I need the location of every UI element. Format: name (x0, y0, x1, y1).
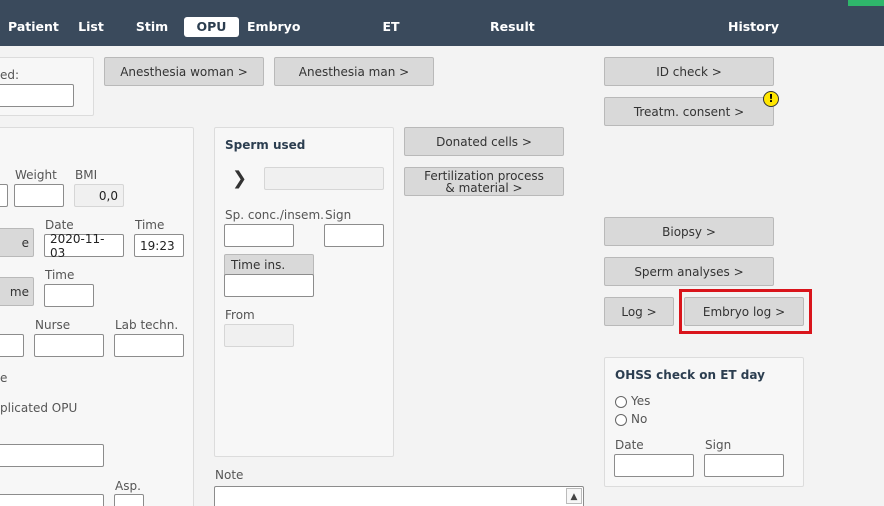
status-indicator (848, 0, 884, 6)
scroll-up-icon[interactable]: ▲ (566, 488, 582, 504)
asp-label: Asp. (115, 479, 141, 493)
height-input[interactable] (0, 184, 8, 207)
tab-stim[interactable]: Stim (134, 17, 170, 37)
left-action-button-1[interactable]: e (0, 228, 34, 257)
note-textarea[interactable] (214, 486, 584, 506)
doctor-input[interactable] (0, 334, 24, 357)
nurse-label: Nurse (35, 318, 71, 332)
sperm-conc-input[interactable] (224, 224, 294, 247)
sperm-used-title: Sperm used (225, 138, 306, 152)
log-button[interactable]: Log > (604, 297, 674, 326)
chevron-right-icon[interactable]: ❯ (232, 168, 247, 189)
sperm-analyses-button[interactable]: Sperm analyses > (604, 257, 774, 286)
donated-cells-button[interactable]: Donated cells > (404, 127, 564, 156)
left-action-button-2[interactable]: me (0, 277, 34, 306)
time2-label: Time (45, 268, 75, 282)
nurse-input[interactable] (34, 334, 104, 357)
tab-list[interactable]: List (76, 17, 106, 37)
time-ins-input[interactable] (224, 274, 314, 297)
sperm-source-field (264, 167, 384, 190)
ohss-sign-label: Sign (705, 438, 732, 452)
tab-et[interactable]: ET (380, 17, 402, 37)
time-ins-button[interactable]: Time ins. (224, 254, 314, 276)
highlight-box (679, 289, 812, 334)
ohss-yes-label: Yes (631, 394, 651, 408)
time-label: Time (135, 218, 165, 232)
ohss-no-label: No (631, 412, 648, 426)
treatm-consent-button[interactable]: Treatm. consent > (604, 97, 774, 126)
weight-label: Weight (15, 168, 57, 182)
date-input[interactable]: 2020-11-03 (44, 232, 124, 260)
warning-icon: ! (763, 91, 779, 107)
tab-opu[interactable]: OPU (184, 17, 239, 37)
anesthesia-man-button[interactable]: Anesthesia man > (274, 57, 434, 86)
time-input[interactable]: 19:23 (134, 234, 184, 257)
time2-input[interactable] (44, 284, 94, 307)
sperm-sign-input[interactable] (324, 224, 384, 247)
tab-result[interactable]: Result (490, 17, 535, 37)
ohss-yes-radio[interactable] (615, 396, 627, 408)
tab-embryo[interactable]: Embryo (247, 17, 300, 37)
lab-techn-label: Lab techn. (115, 318, 179, 332)
complicated-opu-label: plicated OPU (0, 401, 78, 415)
bmi-field: 0,0 (74, 184, 124, 207)
lab-techn-input[interactable] (114, 334, 184, 357)
bottom-left-input[interactable] (0, 494, 104, 506)
ohss-date-label: Date (615, 438, 644, 452)
biopsy-button[interactable]: Biopsy > (604, 217, 774, 246)
asp-input[interactable] (114, 494, 144, 506)
used-input[interactable] (0, 84, 74, 107)
complicated-opu-input[interactable] (0, 444, 104, 467)
ohss-date-input[interactable] (614, 454, 694, 477)
anesthesia-woman-button[interactable]: Anesthesia woman > (104, 57, 264, 86)
id-check-button[interactable]: ID check > (604, 57, 774, 86)
from-label: From (225, 308, 255, 322)
sperm-conc-label: Sp. conc./insem. (225, 208, 324, 222)
bmi-label: BMI (75, 168, 98, 182)
sperm-sign-label: Sign (325, 208, 352, 222)
ohss-title: OHSS check on ET day (615, 368, 765, 382)
ohss-sign-input[interactable] (704, 454, 784, 477)
tab-history[interactable]: History (728, 17, 779, 37)
used-label: ed: (0, 68, 20, 82)
weight-input[interactable] (14, 184, 64, 207)
fertilization-process-button[interactable]: Fertilization process & material > (404, 167, 564, 196)
from-field (224, 324, 294, 347)
e-label: e (0, 371, 8, 385)
ohss-no-radio[interactable] (615, 414, 627, 426)
note-label: Note (215, 468, 244, 482)
date-label: Date (45, 218, 74, 232)
tab-patient[interactable]: Patient (8, 17, 59, 37)
